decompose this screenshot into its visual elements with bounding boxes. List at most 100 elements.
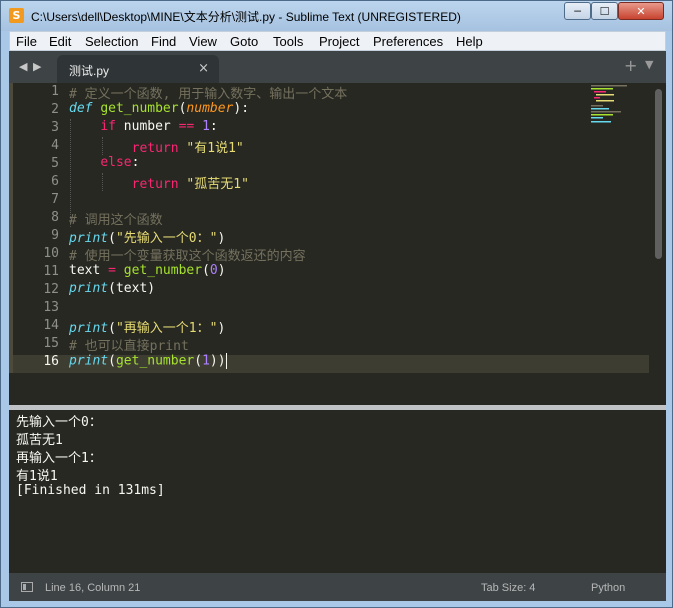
status-bar: Line 16, Column 21 Tab Size: 4 Python bbox=[9, 573, 666, 601]
code-token: if bbox=[100, 119, 116, 134]
title-bar[interactable]: S C:\Users\dell\Desktop\MINE\文本分析\测试.py … bbox=[1, 1, 672, 31]
code-token: ( bbox=[108, 231, 116, 246]
window-title: C:\Users\dell\Desktop\MINE\文本分析\测试.py - … bbox=[31, 10, 461, 24]
line-number: 13 bbox=[43, 300, 59, 315]
console-line: [Finished in 131ms] bbox=[16, 483, 165, 498]
code-token: : bbox=[131, 155, 140, 170]
line-number: 3 bbox=[51, 120, 59, 135]
code-token: "先输入一个0：" bbox=[115, 231, 218, 246]
code-line[interactable]: if number == 1: bbox=[69, 119, 217, 137]
line-number: 14 bbox=[43, 318, 59, 333]
code-token: text bbox=[69, 263, 109, 278]
line-number: 8 bbox=[51, 210, 59, 225]
code-line[interactable]: print("先输入一个0：") bbox=[69, 227, 225, 246]
code-line[interactable]: else: bbox=[69, 155, 139, 173]
menu-edit[interactable]: Edit bbox=[49, 34, 71, 49]
line-number: 2 bbox=[51, 102, 59, 117]
tab-nav-left-icon[interactable]: ◀ bbox=[19, 60, 27, 73]
line-number: 5 bbox=[51, 156, 59, 171]
line-number: 6 bbox=[51, 174, 59, 189]
menu-tools[interactable]: Tools bbox=[273, 34, 303, 49]
code-token: ): bbox=[233, 101, 250, 116]
code-token: # 使用一个变量获取这个函数返还的内容 bbox=[69, 249, 306, 264]
code-token: # 定义一个函数, 用于输入数字、输出一个文本 bbox=[69, 87, 348, 102]
line-number: 9 bbox=[51, 228, 59, 243]
code-line[interactable]: def get_number(number): bbox=[69, 101, 249, 119]
code-line[interactable]: text = get_number(0) bbox=[69, 263, 226, 281]
line-number: 10 bbox=[43, 246, 59, 261]
app-window: S C:\Users\dell\Desktop\MINE\文本分析\测试.py … bbox=[0, 0, 673, 608]
code-token: ) bbox=[217, 321, 226, 336]
menu-view[interactable]: View bbox=[189, 34, 217, 49]
tab-bar: ◀ ▶ 测试.py × + ▼ bbox=[9, 51, 666, 83]
line-number: 15 bbox=[43, 336, 59, 351]
maximize-button[interactable]: ☐ bbox=[591, 2, 618, 20]
tab-size[interactable]: Tab Size: 4 bbox=[481, 582, 535, 594]
code-token: get_number bbox=[123, 263, 203, 278]
code-line[interactable]: return "孤苦无1" bbox=[69, 173, 249, 192]
line-number: 16 bbox=[43, 354, 59, 369]
code-token: 1 bbox=[202, 119, 210, 134]
menu-project[interactable]: Project bbox=[319, 34, 359, 49]
vertical-scrollbar[interactable] bbox=[655, 89, 662, 259]
code-token: == bbox=[178, 119, 195, 134]
code-line[interactable]: # 也可以直接print bbox=[69, 335, 189, 354]
console-line: 有1说1 bbox=[16, 469, 58, 484]
menu-help[interactable]: Help bbox=[456, 34, 483, 49]
tab-active-file[interactable]: 测试.py × bbox=[57, 55, 219, 83]
code-line[interactable]: print("再输入一个1：") bbox=[69, 317, 226, 336]
code-line[interactable]: print(get_number(1)) bbox=[69, 353, 227, 371]
line-number: 7 bbox=[51, 192, 59, 207]
menu-file[interactable]: File bbox=[16, 34, 37, 49]
code-token: print bbox=[69, 281, 109, 296]
minimize-button[interactable]: ─ bbox=[564, 2, 591, 20]
cursor-position: Line 16, Column 21 bbox=[45, 582, 141, 594]
code-line[interactable]: # 调用这个函数 bbox=[69, 209, 163, 228]
code-token: = bbox=[108, 263, 116, 278]
code-token: # 也可以直接print bbox=[69, 339, 189, 354]
close-button[interactable]: ✕ bbox=[618, 2, 664, 20]
menu-find[interactable]: Find bbox=[151, 34, 176, 49]
code-line[interactable]: # 定义一个函数, 用于输入数字、输出一个文本 bbox=[69, 83, 348, 102]
syntax-mode[interactable]: Python bbox=[591, 582, 625, 594]
code-token: (text) bbox=[108, 281, 156, 296]
menu-bar: File Edit Selection Find View Goto Tools… bbox=[9, 31, 666, 51]
console-line: 再输入一个1： bbox=[16, 451, 102, 466]
line-number: 11 bbox=[43, 264, 59, 279]
code-editor[interactable]: 1 2 3 4 5 6 7 8 9 10 11 12 13 14 15 16 # 定义一个函数, 用于输入数字… bbox=[9, 83, 666, 405]
code-token: "再输入一个1：" bbox=[115, 321, 218, 336]
tab-menu-icon[interactable]: ▼ bbox=[645, 58, 653, 71]
menu-preferences[interactable]: Preferences bbox=[373, 34, 443, 49]
menu-selection[interactable]: Selection bbox=[85, 34, 138, 49]
panel-toggle-icon[interactable] bbox=[21, 582, 33, 592]
tab-nav-right-icon[interactable]: ▶ bbox=[33, 60, 41, 73]
code-token: ) bbox=[217, 263, 226, 278]
code-token: get_number bbox=[100, 101, 179, 116]
text-cursor bbox=[225, 353, 227, 369]
code-token: ( bbox=[108, 353, 116, 369]
new-tab-icon[interactable]: + bbox=[624, 56, 637, 75]
minimap[interactable] bbox=[591, 83, 651, 123]
code-token: number bbox=[115, 119, 179, 134]
code-token: print bbox=[69, 353, 109, 369]
build-output-panel[interactable]: 先输入一个0： 孤苦无1 再输入一个1： 有1说1 [Finished in 1… bbox=[9, 410, 666, 573]
console-line: 孤苦无1 bbox=[16, 433, 63, 448]
code-line[interactable]: return "有1说1" bbox=[69, 137, 244, 156]
menu-goto[interactable]: Goto bbox=[230, 34, 258, 49]
tab-close-icon[interactable]: × bbox=[198, 61, 209, 76]
code-token: "孤苦无1" bbox=[186, 177, 249, 192]
code-token: ( bbox=[108, 321, 116, 336]
code-token: "有1说1" bbox=[186, 141, 244, 156]
gutter-marker bbox=[9, 83, 13, 373]
line-number: 1 bbox=[51, 84, 59, 99]
code-token: )) bbox=[209, 353, 226, 369]
sublime-logo-icon: S bbox=[9, 8, 24, 23]
console-line: 先输入一个0： bbox=[16, 415, 102, 430]
code-line[interactable]: # 使用一个变量获取这个函数返还的内容 bbox=[69, 245, 306, 264]
code-token: # 调用这个函数 bbox=[69, 213, 163, 228]
code-line[interactable]: print(text) bbox=[69, 281, 155, 299]
